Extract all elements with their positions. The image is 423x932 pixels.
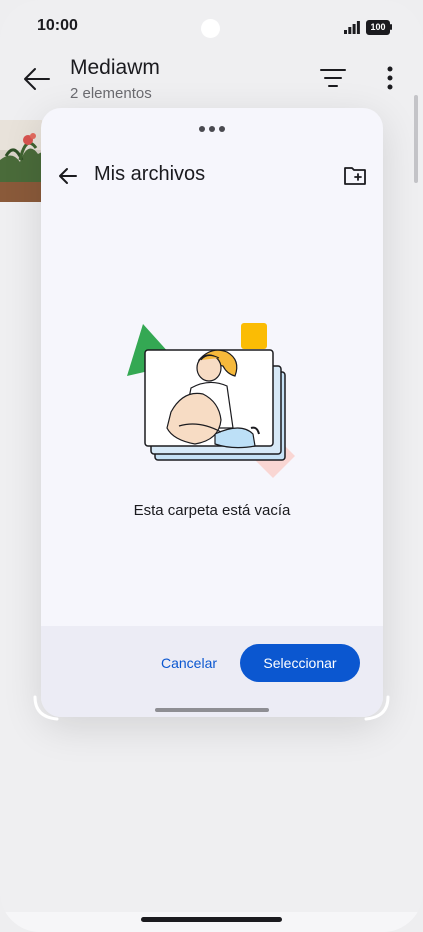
camera-cutout	[201, 19, 220, 38]
more-vert-icon[interactable]	[380, 64, 400, 92]
status-time: 10:00	[37, 17, 78, 34]
navigation-bar	[0, 912, 423, 932]
media-thumbnail[interactable]	[0, 120, 42, 202]
empty-folder-illustration	[127, 323, 295, 478]
resize-corner-right[interactable]	[362, 695, 392, 725]
battery-level: 100	[370, 22, 386, 32]
home-gesture-handle[interactable]	[141, 917, 282, 922]
arrow-left-icon[interactable]	[56, 164, 80, 188]
create-new-folder-icon[interactable]	[343, 165, 367, 187]
phone-screen: 10:00 100 Mediawm 2 elementos Mis archiv…	[0, 0, 423, 932]
page-title: Mediawm	[70, 56, 160, 79]
app-header: Mediawm 2 elementos	[0, 50, 423, 110]
picker-title: Mis archivos	[94, 163, 206, 185]
battery-icon: 100	[366, 20, 392, 35]
picker-header: Mis archivos	[41, 156, 383, 196]
picker-footer: Cancelar Seleccionar	[41, 626, 383, 717]
sheet-drag-handle[interactable]	[155, 708, 269, 712]
scrollbar[interactable]	[414, 95, 418, 183]
signal-icon	[344, 21, 360, 34]
status-bar: 10:00 100	[0, 0, 423, 56]
more-horiz-icon[interactable]	[198, 125, 226, 133]
item-count: 2 elementos	[70, 85, 152, 102]
arrow-left-icon[interactable]	[22, 64, 52, 94]
sort-lines-icon[interactable]	[319, 66, 347, 90]
empty-state-message: Esta carpeta está vacía	[133, 502, 291, 519]
resize-corner-left[interactable]	[31, 695, 61, 725]
select-button[interactable]: Seleccionar	[240, 644, 360, 682]
cancel-button[interactable]: Cancelar	[151, 644, 227, 682]
file-picker-sheet: Mis archivos Esta carpeta está vacía Can…	[41, 108, 383, 717]
